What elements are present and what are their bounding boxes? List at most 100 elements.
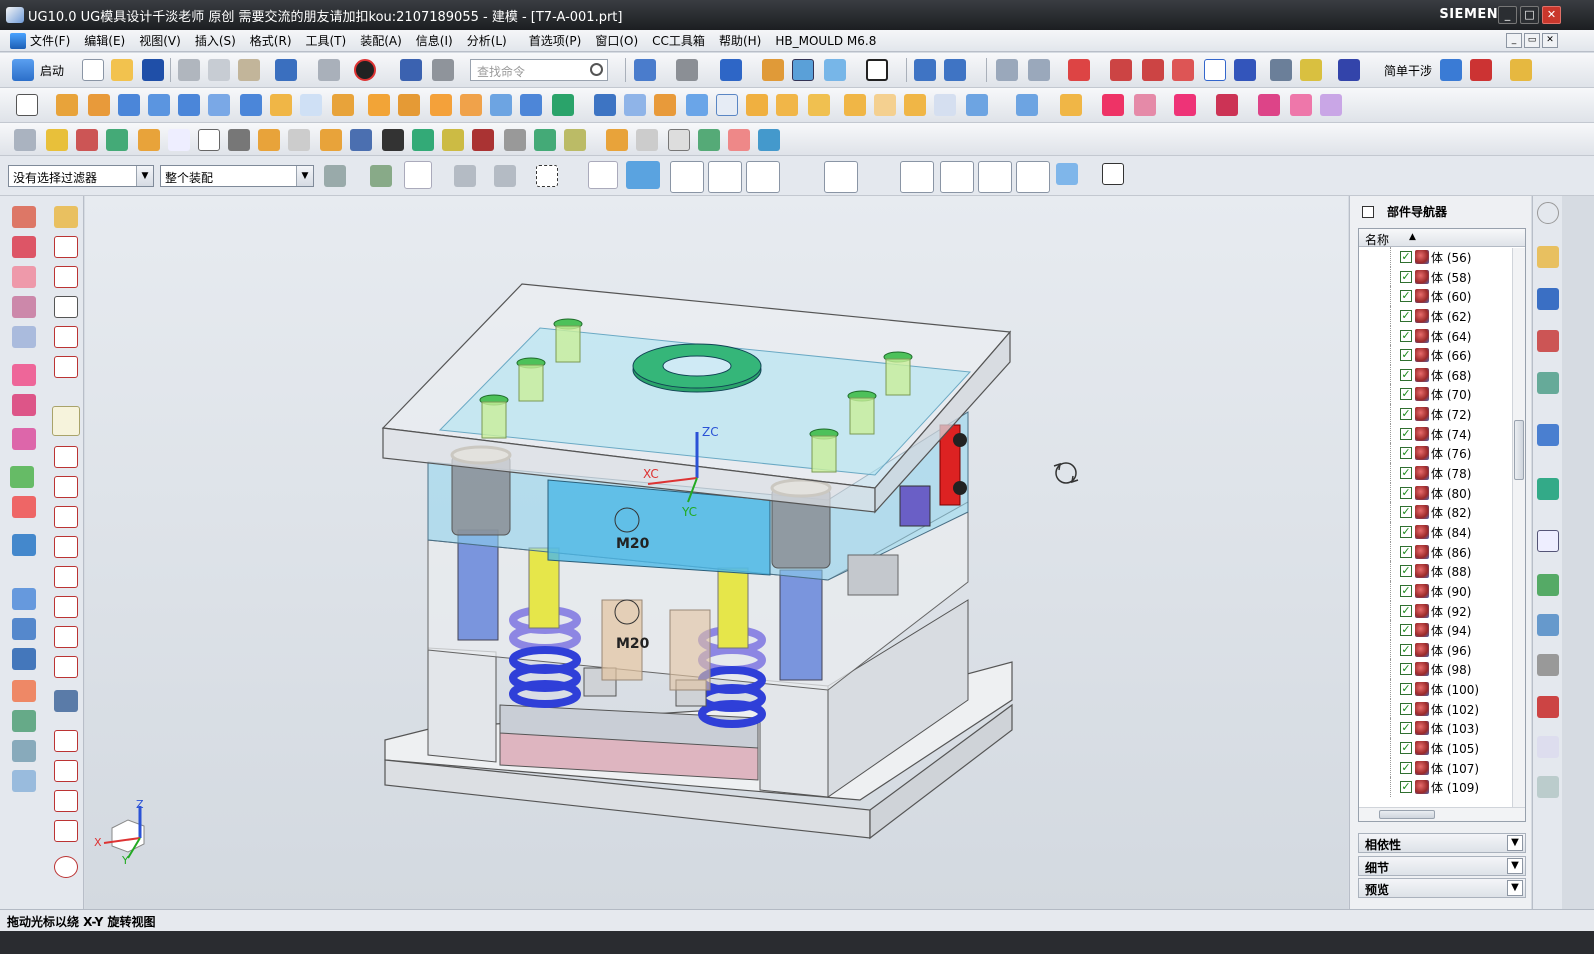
datum-axis-icon[interactable] [168, 129, 190, 151]
offset-region-icon[interactable] [844, 94, 866, 116]
vertical-scrollbar[interactable] [1512, 248, 1525, 807]
grip-icon[interactable] [564, 129, 586, 151]
move-object-icon[interactable] [914, 59, 936, 81]
snap-face-icon[interactable] [588, 161, 618, 189]
play-motion-icon[interactable] [1338, 59, 1360, 81]
revolve-icon[interactable] [88, 94, 110, 116]
wcs-orient-icon[interactable] [1172, 59, 1194, 81]
pin-checkbox[interactable] [1362, 206, 1374, 218]
arc-icon[interactable] [54, 266, 78, 288]
split-body-icon[interactable] [594, 94, 616, 116]
pull-face-icon[interactable] [966, 94, 988, 116]
tree-row[interactable]: ✓ 体 (80) [1359, 482, 1525, 503]
grid-snap-icon[interactable] [1102, 163, 1124, 185]
visibility-checkbox[interactable]: ✓ [1400, 467, 1412, 480]
tree-row[interactable]: ✓ 体 (103) [1359, 718, 1525, 739]
tree-row[interactable]: ✓ 体 (107) [1359, 757, 1525, 778]
tree-row[interactable]: ✓ 体 (72) [1359, 404, 1525, 424]
core-cavity-icon[interactable] [1102, 94, 1124, 116]
move-component-icon[interactable] [944, 59, 966, 81]
visibility-checkbox[interactable]: ✓ [1400, 486, 1412, 499]
history-icon[interactable] [1537, 530, 1559, 552]
hide-show-icon[interactable] [762, 59, 784, 81]
pad-icon[interactable] [332, 94, 354, 116]
undo-icon[interactable] [275, 59, 297, 81]
menu-view[interactable]: 视图(V) [139, 32, 181, 49]
project-curve-icon[interactable] [54, 476, 78, 498]
analysis-shape-icon[interactable] [12, 710, 36, 732]
trim-curve-icon[interactable] [54, 626, 78, 648]
info-icon[interactable] [400, 59, 422, 81]
journal-icon[interactable] [504, 129, 526, 151]
visibility-checkbox[interactable]: ✓ [1400, 584, 1412, 597]
i-form-icon[interactable] [12, 618, 36, 640]
visibility-checkbox[interactable]: ✓ [1400, 702, 1412, 715]
ruler-icon[interactable] [1510, 59, 1532, 81]
draft-analysis-icon[interactable] [12, 770, 36, 792]
datum-plane-icon[interactable] [138, 129, 160, 151]
visibility-checkbox[interactable]: ✓ [1400, 604, 1412, 617]
visibility-checkbox[interactable]: ✓ [1400, 349, 1412, 362]
app-menu-icon[interactable] [10, 32, 26, 49]
end-point-icon[interactable] [708, 161, 742, 193]
group-icon[interactable] [412, 129, 434, 151]
tree-row[interactable]: ✓ 体 (94) [1359, 620, 1525, 640]
funnel-icon[interactable] [370, 165, 392, 187]
graphics-window[interactable]: M20 M20 ZC XC YC Z X Y [85, 196, 1348, 909]
visibility-checkbox[interactable]: ✓ [1400, 525, 1412, 538]
control-point-icon[interactable] [786, 163, 808, 185]
select-chain-icon[interactable] [454, 165, 476, 187]
ref-dimension-icon[interactable] [1470, 59, 1492, 81]
wcs-dynamic-icon[interactable] [1068, 59, 1090, 81]
details-section[interactable]: 细节 ▼ [1358, 856, 1526, 876]
chamfer-icon[interactable] [686, 94, 708, 116]
chart-icon[interactable] [350, 129, 372, 151]
selection-scope-dropdown[interactable]: 整个装配 ▼ [160, 165, 314, 187]
line-icon[interactable] [54, 236, 78, 258]
offset-face-icon[interactable] [398, 94, 420, 116]
menu-preferences[interactable]: 首选项(P) [529, 32, 582, 49]
web-browser-icon[interactable] [1537, 478, 1559, 500]
extract-geometry-icon[interactable] [624, 94, 646, 116]
mold-wizard-icon[interactable] [1016, 94, 1038, 116]
tree-row[interactable]: ✓ 体 (109) [1359, 777, 1525, 797]
visibility-checkbox[interactable]: ✓ [1400, 781, 1412, 794]
tree-row[interactable]: ✓ 体 (82) [1359, 502, 1525, 522]
visibility-checkbox[interactable]: ✓ [1400, 761, 1412, 774]
spline-icon[interactable] [54, 326, 78, 348]
redo-icon[interactable] [318, 59, 340, 81]
eye-icon[interactable] [698, 129, 720, 151]
system-materials-icon[interactable] [1537, 574, 1559, 596]
enable-snap-icon[interactable] [670, 161, 704, 193]
visibility-checkbox[interactable]: ✓ [1400, 251, 1412, 263]
expression-icon[interactable] [76, 129, 98, 151]
subtract-icon[interactable] [490, 94, 512, 116]
mid-point-icon[interactable] [746, 161, 780, 193]
part-navigator-icon[interactable] [1537, 330, 1559, 352]
wcs-save-icon[interactable] [1234, 59, 1256, 81]
arc-center-icon[interactable] [900, 161, 934, 193]
tree-row[interactable]: ✓ 体 (88) [1359, 561, 1525, 581]
roles-icon[interactable] [1537, 696, 1559, 718]
customer-defaults-icon[interactable] [14, 129, 36, 151]
reuse-library-icon[interactable] [1537, 372, 1559, 394]
visibility-checkbox[interactable]: ✓ [1400, 427, 1412, 440]
macro-icon[interactable] [534, 129, 556, 151]
sew-icon[interactable] [12, 394, 36, 416]
x-form-icon[interactable] [12, 588, 36, 610]
tree-row[interactable]: ✓ 体 (76) [1359, 443, 1525, 464]
column-header-name[interactable]: 名称 ▲ [1359, 229, 1525, 247]
tree-row[interactable]: ✓ 体 (64) [1359, 325, 1525, 346]
intersection-point-icon[interactable] [824, 161, 858, 193]
layer-settings-icon[interactable] [996, 59, 1018, 81]
menu-analysis[interactable]: 分析(L) [467, 32, 507, 49]
shell-icon[interactable] [716, 94, 738, 116]
tree-row[interactable]: ✓ 体 (92) [1359, 600, 1525, 621]
quadrant-point-icon[interactable] [940, 161, 974, 193]
visibility-checkbox[interactable]: ✓ [1400, 388, 1412, 401]
chevron-down-icon[interactable]: ▼ [1507, 858, 1523, 874]
fit-view-icon[interactable] [634, 59, 656, 81]
tube-icon[interactable] [208, 94, 230, 116]
tree-row[interactable]: ✓ 体 (86) [1359, 541, 1525, 562]
hd3d-tools-icon[interactable] [1537, 424, 1559, 446]
